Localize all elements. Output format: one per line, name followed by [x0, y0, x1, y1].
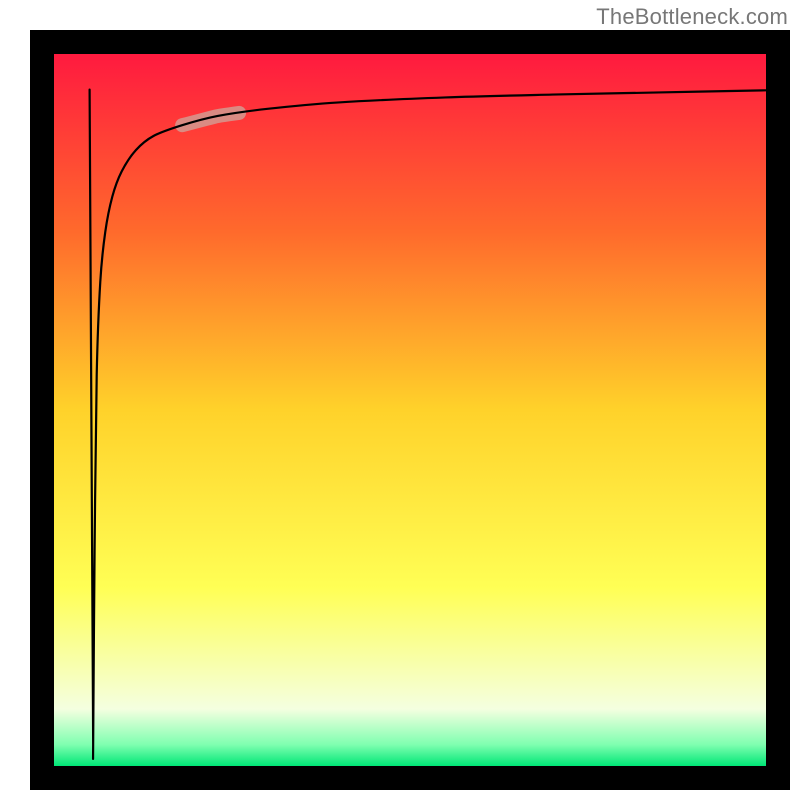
- chart-stage: TheBottleneck.com: [0, 0, 800, 800]
- plot-background: [54, 54, 766, 766]
- watermark-text: TheBottleneck.com: [596, 4, 788, 30]
- chart-svg: [0, 0, 800, 800]
